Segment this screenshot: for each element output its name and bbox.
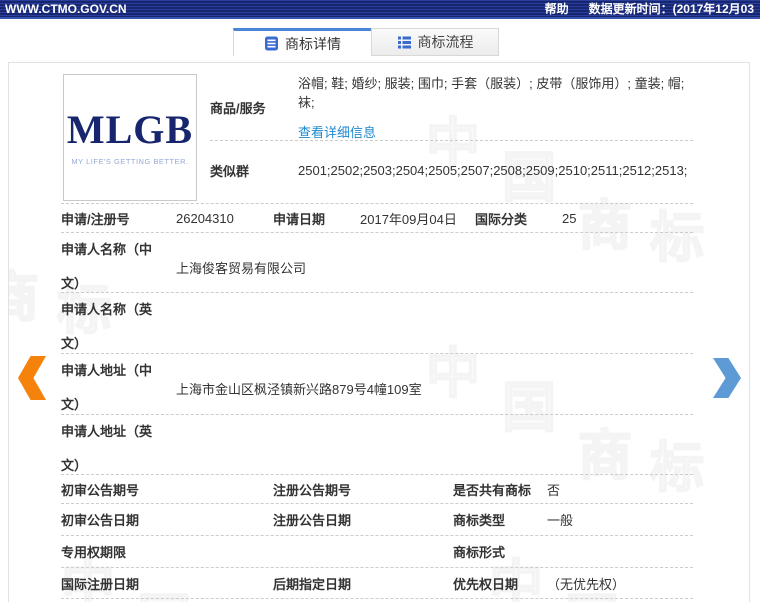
help-link[interactable]: 帮助 xyxy=(545,0,569,17)
next-record-arrow[interactable] xyxy=(713,358,741,398)
exclusive-period-label: 专用权期限 xyxy=(61,542,176,561)
detail-panel: 中国商标中国商标中国商标中国商标中国商标 MLGB MY LIFE'S GETT… xyxy=(8,62,750,602)
tab-label: 商标流程 xyxy=(418,32,474,52)
table-row-address-en: 申请人地址（英文） xyxy=(61,415,693,475)
table-row-address-cn: 申请人地址（中文） 上海市金山区枫泾镇新兴路879号4幢109室 xyxy=(61,354,693,415)
trademark-summary-section: MLGB MY LIFE'S GETTING BETTER. 商品/服务 浴帽;… xyxy=(61,74,693,204)
address-cn-label: 申请人地址（中文） xyxy=(61,354,176,422)
tab-trademark-process[interactable]: 商标流程 xyxy=(371,28,499,56)
previous-record-arrow[interactable] xyxy=(18,356,46,400)
tab-label: 商标详情 xyxy=(285,34,341,54)
priority-date-label: 优先权日期 xyxy=(453,574,547,593)
table-row-applicant-cn: 申请人名称（中文） 上海俊客贸易有限公司 xyxy=(61,233,693,293)
table-row-intl-dates: 国际注册日期 后期指定日期 优先权日期 （无优先权） xyxy=(61,568,693,599)
reg-no-label: 申请/注册号 xyxy=(61,209,176,228)
table-row-registration: 申请/注册号 26204310 申请日期 2017年09月04日 国际分类 25 xyxy=(61,204,693,233)
similar-group-value: 2501;2502;2503;2504;2505;2507;2508;2509;… xyxy=(298,163,687,178)
data-update-time: 数据更新时间：(2017年12月03 xyxy=(589,0,754,17)
applicant-cn-label: 申请人名称（中文） xyxy=(61,233,176,301)
later-desig-date-label: 后期指定日期 xyxy=(273,574,360,593)
topbar-right: 帮助 数据更新时间：(2017年12月03 xyxy=(545,0,754,17)
table-row-notice-date: 初审公告日期 注册公告日期 商标类型 一般 xyxy=(61,504,693,536)
app-date-label: 申请日期 xyxy=(273,209,360,228)
tm-form-label: 商标形式 xyxy=(453,542,547,561)
tm-type-value: 一般 xyxy=(547,510,693,529)
trademark-logo-tagline: MY LIFE'S GETTING BETTER. xyxy=(71,157,188,166)
applicant-en-label: 申请人名称（英文） xyxy=(61,293,176,361)
tab-strip: 商标详情 商标流程 xyxy=(233,28,760,56)
address-en-label: 申请人地址（英文） xyxy=(61,415,176,483)
priority-date-value: （无优先权） xyxy=(547,574,693,593)
topbar: WWW.CTMO.GOV.CN 帮助 数据更新时间：(2017年12月03 xyxy=(0,0,760,19)
reg-no-value: 26204310 xyxy=(176,211,273,226)
trademark-image: MLGB MY LIFE'S GETTING BETTER. xyxy=(63,74,197,201)
intl-class-value: 25 xyxy=(562,211,693,226)
trademark-logo-text: MLGB xyxy=(67,110,193,150)
document-lines-icon xyxy=(264,36,279,51)
reg-notice-no-label: 注册公告期号 xyxy=(273,480,360,499)
app-date-value: 2017年09月04日 xyxy=(360,209,475,228)
goods-services-value: 浴帽; 鞋; 婚纱; 服装; 围巾; 手套（服装）; 皮带（服饰用）; 童装; … xyxy=(298,73,693,111)
tab-trademark-details[interactable]: 商标详情 xyxy=(233,28,372,56)
list-bullets-icon xyxy=(397,35,412,50)
site-title: WWW.CTMO.GOV.CN xyxy=(5,2,127,16)
reg-notice-date-label: 注册公告日期 xyxy=(273,510,360,529)
tm-type-label: 商标类型 xyxy=(453,510,547,529)
table-row-applicant-en: 申请人名称（英文） xyxy=(61,293,693,354)
table-row-exclusive-period: 专用权期限 商标形式 xyxy=(61,536,693,568)
goods-services-label: 商品/服务 xyxy=(210,98,298,117)
init-notice-no-label: 初审公告期号 xyxy=(61,480,176,499)
applicant-cn-value: 上海俊客贸易有限公司 xyxy=(176,258,693,277)
is-shared-label: 是否共有商标 xyxy=(453,480,547,499)
is-shared-value: 否 xyxy=(547,480,693,499)
intl-reg-date-label: 国际注册日期 xyxy=(61,574,176,593)
intl-class-label: 国际分类 xyxy=(475,209,562,228)
address-cn-value: 上海市金山区枫泾镇新兴路879号4幢109室 xyxy=(176,379,693,398)
table-row-notice-no: 初审公告期号 注册公告期号 是否共有商标 否 xyxy=(61,475,693,504)
init-notice-date-label: 初审公告日期 xyxy=(61,510,176,529)
trademark-detail-table: MLGB MY LIFE'S GETTING BETTER. 商品/服务 浴帽;… xyxy=(61,74,693,599)
goods-services-block: 商品/服务 浴帽; 鞋; 婚纱; 服装; 围巾; 手套（服装）; 皮带（服饰用）… xyxy=(210,74,693,200)
view-details-link[interactable]: 查看详细信息 xyxy=(298,122,693,141)
similar-group-label: 类似群 xyxy=(210,161,298,180)
